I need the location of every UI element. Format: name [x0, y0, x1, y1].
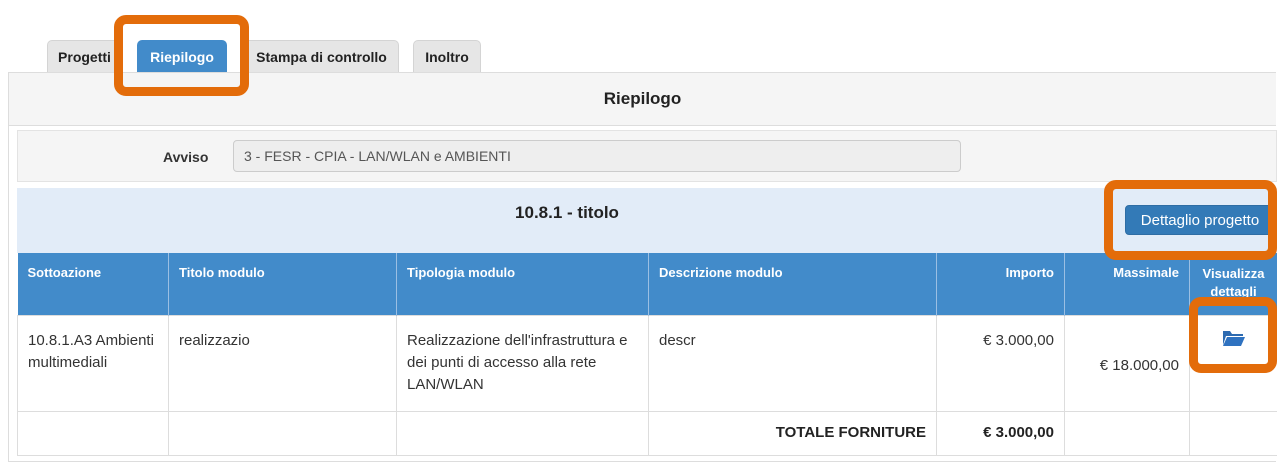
empty-cell — [1190, 411, 1277, 455]
total-label: TOTALE FORNITURE — [649, 411, 937, 455]
cell-massimale: € 18.000,00 — [1065, 315, 1190, 411]
col-titolo-modulo[interactable]: Titolo modulo — [169, 253, 397, 315]
col-descrizione-modulo[interactable]: Descrizione modulo — [649, 253, 937, 315]
table-row: 10.8.1.A3 Ambienti multimediali realizza… — [18, 315, 1277, 411]
cell-action — [1190, 315, 1277, 411]
col-massimale[interactable]: Massimale — [1065, 253, 1190, 315]
total-value: € 3.000,00 — [937, 411, 1065, 455]
modules-table: Sottoazione Titolo modulo Tipologia modu… — [17, 253, 1277, 456]
dettaglio-progetto-button[interactable]: Dettaglio progetto — [1125, 205, 1275, 235]
cell-titolo: realizzazio — [169, 315, 397, 411]
empty-cell — [169, 411, 397, 455]
section-header: 10.8.1 - titolo Dettaglio progetto — [17, 188, 1277, 253]
cell-sottoazione: 10.8.1.A3 Ambienti multimediali — [18, 315, 169, 411]
col-visualizza-dettagli[interactable]: Visualizza dettagli — [1190, 253, 1277, 315]
avviso-field: 3 - FESR - CPIA - LAN/WLAN e AMBIENTI — [233, 140, 961, 172]
tab-stampa-di-controllo[interactable]: Stampa di controllo — [244, 40, 399, 73]
tab-riepilogo[interactable]: Riepilogo — [137, 40, 227, 73]
tab-inoltro[interactable]: Inoltro — [413, 40, 481, 73]
folder-open-icon[interactable] — [1222, 328, 1246, 348]
cell-tipologia: Realizzazione dell'infrastruttura e dei … — [397, 315, 649, 411]
col-tipologia-modulo[interactable]: Tipologia modulo — [397, 253, 649, 315]
panel-title: Riepilogo — [9, 73, 1276, 126]
col-sottoazione[interactable]: Sottoazione — [18, 253, 169, 315]
empty-cell — [1065, 411, 1190, 455]
avviso-label: Avviso — [163, 131, 208, 183]
table-header-row: Sottoazione Titolo modulo Tipologia modu… — [18, 253, 1277, 315]
empty-cell — [397, 411, 649, 455]
section-title: 10.8.1 - titolo — [17, 188, 1117, 238]
col-importo[interactable]: Importo — [937, 253, 1065, 315]
total-row: TOTALE FORNITURE € 3.000,00 — [18, 411, 1277, 455]
empty-cell — [18, 411, 169, 455]
tab-progetti[interactable]: Progetti — [47, 40, 122, 73]
avviso-row: Avviso 3 - FESR - CPIA - LAN/WLAN e AMBI… — [17, 130, 1277, 182]
cell-importo: € 3.000,00 — [937, 315, 1065, 411]
cell-descrizione: descr — [649, 315, 937, 411]
